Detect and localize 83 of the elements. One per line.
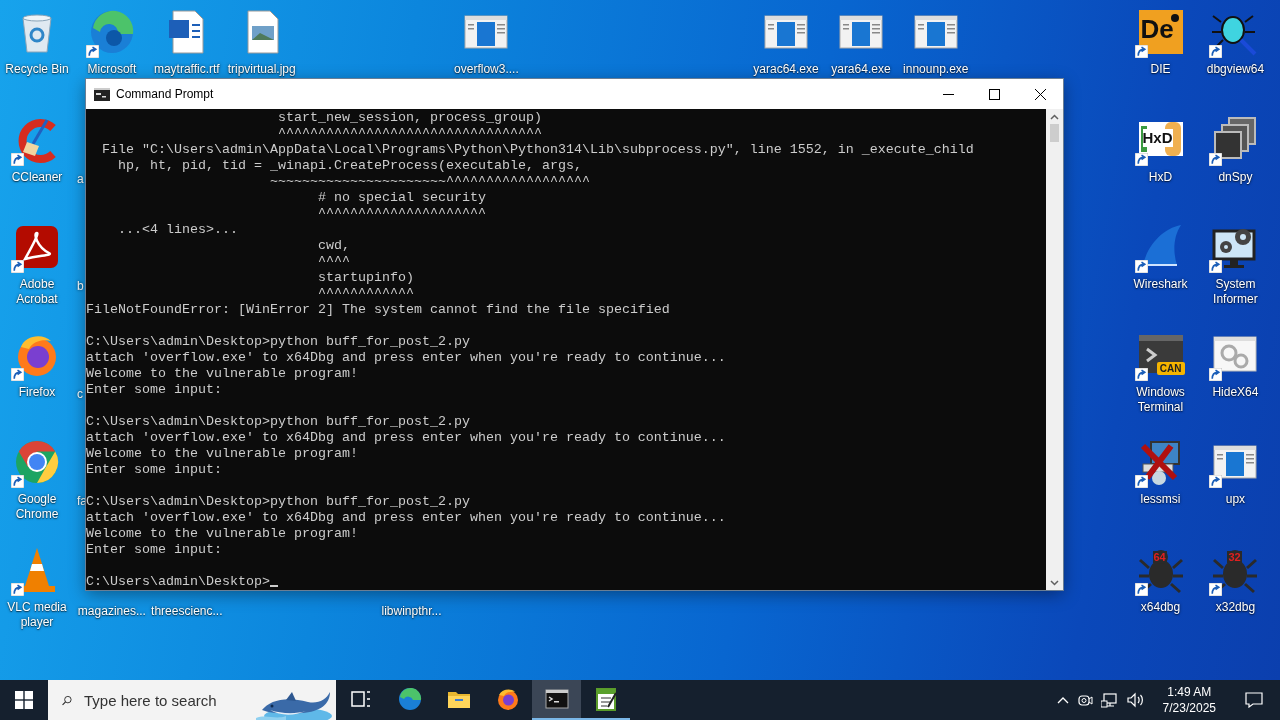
- console-line: C:\Users\admin\Desktop>python buff_for_post_2.py: [86, 414, 470, 429]
- console-line: attach 'overflow.exe' to x64Dbg and press enter when you're ready to continue...: [86, 510, 726, 525]
- icon-label[interactable]: Recycle Bin: [5, 62, 69, 77]
- scroll-up-icon[interactable]: [1050, 113, 1059, 122]
- icon-label[interactable]: yara64.exe: [831, 62, 891, 77]
- icon-label[interactable]: magazines...: [77, 604, 146, 619]
- icon-label[interactable]: DIE: [1150, 62, 1171, 77]
- windows-logo-icon: [15, 691, 33, 709]
- icon-label[interactable]: Adobe Acrobat: [0, 277, 74, 308]
- search-box[interactable]: Type here to search: [48, 680, 336, 720]
- icon-label[interactable]: dnSpy: [1218, 169, 1253, 185]
- console-icon: [544, 687, 569, 711]
- console-line: Enter some input:: [86, 542, 222, 557]
- icon-label[interactable]: libwinpthr...: [381, 604, 442, 619]
- scrollbar[interactable]: [1046, 109, 1063, 590]
- taskbar-button[interactable]: [532, 680, 581, 720]
- logo-text: De: [1140, 14, 1174, 45]
- console-line: C:\Users\admin\Desktop>python buff_for_post_2.py: [86, 334, 470, 349]
- icon-label[interactable]: Microsoft: [87, 62, 137, 77]
- icon-label[interactable]: x64dbg: [1140, 600, 1181, 615]
- icon-label[interactable]: Windows Terminal: [1123, 384, 1198, 415]
- window-title: Command Prompt: [116, 87, 215, 101]
- console-line: C:\Users\admin\Desktop>python buff_for_post_2.py: [86, 494, 470, 509]
- console-line: FileNotFoundError: [WinError 2] The system cannot find the file specified: [86, 302, 670, 317]
- icon-label[interactable]: yarac64.exe: [753, 62, 819, 77]
- logo-text: 64: [1152, 551, 1167, 563]
- icon-label[interactable]: VLC media player: [0, 600, 74, 630]
- console-line: ^^^^^^^^^^^^: [316, 286, 414, 301]
- icon-label[interactable]: Firefox: [18, 384, 56, 400]
- icon-label[interactable]: dbgview64: [1206, 62, 1265, 77]
- firefox-icon: [495, 687, 520, 711]
- console-line: ^^^^^^^^^^^^^^^^^^^^^: [316, 206, 486, 221]
- console-line: Welcome to the vulnerable program!: [86, 366, 358, 381]
- scrollbar-thumb[interactable]: [1050, 124, 1059, 142]
- console-line: start_new_session, process_group): [276, 110, 542, 125]
- console-line: startupinfo): [316, 270, 414, 285]
- console-line: Welcome to the vulnerable program!: [86, 526, 358, 541]
- close-icon: [1034, 88, 1046, 100]
- console-line: # no special security: [316, 190, 486, 205]
- icon-label[interactable]: System Informer: [1198, 277, 1273, 308]
- icon-label[interactable]: HideX64: [1212, 384, 1259, 400]
- camera-icon[interactable]: [1076, 692, 1093, 708]
- console-line: File "C:\Users\admin\AppData\Local\Programs\Python\Python314\Lib\subprocess.py", line 1552, in _execute_child: [101, 142, 974, 157]
- console-line: ^^^^: [316, 254, 350, 269]
- console-line: attach 'overflow.exe' to x64Dbg and press enter when you're ready to continue...: [86, 350, 726, 365]
- notepad-icon: [593, 687, 618, 711]
- console-line: hp, ht, pid, tid = _winapi.CreateProcess(executable, args,: [117, 158, 582, 173]
- console-line: ^^^^^^^^^^^^^^^^^^^^^^^^^^^^^^^^^: [276, 126, 542, 141]
- icon-label[interactable]: lessmsi: [1140, 492, 1181, 508]
- volume-icon[interactable]: [1126, 692, 1145, 708]
- console-line: ~~~~~~~~~~~~~~~~~~~~~~^^^^^^^^^^^^^^^^^^: [268, 174, 590, 189]
- icon-label[interactable]: Wireshark: [1133, 277, 1188, 293]
- icon-label[interactable]: HxD: [1148, 169, 1173, 185]
- icon-label[interactable]: a: [77, 171, 84, 187]
- icon-label[interactable]: x32dbg: [1215, 600, 1256, 615]
- icon-label[interactable]: b: [77, 279, 84, 295]
- icon-label[interactable]: threescienc...: [151, 604, 223, 619]
- console-line: Welcome to the vulnerable program!: [86, 446, 358, 461]
- console-line: attach 'overflow.exe' to x64Dbg and press enter when you're ready to continue...: [86, 430, 726, 445]
- console-line: ...<4 lines>...: [117, 222, 238, 237]
- icon-label[interactable]: CCleaner: [11, 169, 63, 185]
- icon-label[interactable]: upx: [1225, 492, 1246, 508]
- network-icon[interactable]: [1100, 692, 1119, 708]
- icon-label[interactable]: Google Chrome: [0, 492, 74, 523]
- console-line: C:\Users\admin\Desktop>: [86, 574, 270, 589]
- notification-icon[interactable]: [1245, 692, 1263, 708]
- icon-label[interactable]: c: [77, 386, 83, 402]
- maximize-icon: [988, 88, 1000, 100]
- icon-label[interactable]: maytraffic.rtf: [153, 62, 220, 77]
- logo-text: 32: [1227, 551, 1242, 563]
- icon-label[interactable]: tripvirtual.jpg: [227, 62, 296, 77]
- chevron-up-icon[interactable]: [1056, 696, 1069, 704]
- icon-label[interactable]: overflow3....: [454, 62, 519, 77]
- console-icon: [94, 87, 110, 101]
- edge-icon: [397, 687, 422, 711]
- scroll-down-icon[interactable]: [1050, 578, 1059, 587]
- console-line: Enter some input:: [86, 462, 222, 477]
- search-field[interactable]: Type here to search: [82, 690, 246, 710]
- console-line: Enter some input:: [86, 382, 222, 397]
- console-line: cwd,: [316, 238, 350, 253]
- icon-label[interactable]: innounp.exe: [903, 62, 969, 77]
- clock[interactable]: 1:49 AM 7/23/2025: [1152, 684, 1226, 716]
- logo-icon[interactable]: [1136, 8, 1185, 56]
